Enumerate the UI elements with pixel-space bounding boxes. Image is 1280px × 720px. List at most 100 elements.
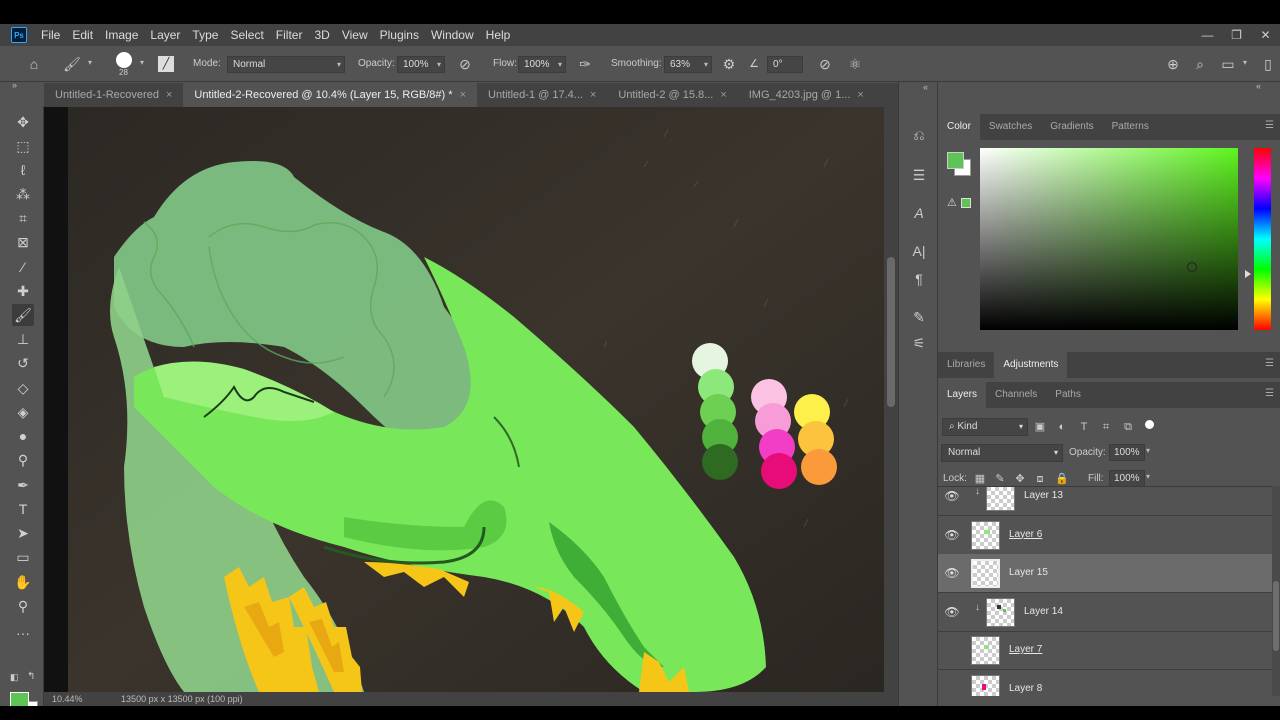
menu-file[interactable]: File (35, 28, 66, 42)
layer-thumbnail[interactable] (971, 559, 1000, 588)
pressure-size-icon[interactable]: ⊘ (815, 54, 835, 74)
pressure-opacity-icon[interactable]: ⊘ (455, 54, 475, 74)
flow-field[interactable]: 100% ▾ (518, 56, 566, 73)
gamut-warning-icon[interactable]: ⚠ (947, 196, 957, 209)
angle-field[interactable]: 0° (767, 56, 803, 73)
eyedropper-tool-icon[interactable]: ⁄ (12, 256, 34, 278)
visibility-toggle[interactable] (944, 643, 960, 657)
layer-name[interactable]: Layer 6 (1009, 529, 1042, 540)
layer-thumbnail[interactable] (971, 636, 1000, 665)
collapse-panels-icon[interactable]: « (923, 82, 928, 92)
eye-icon[interactable]: 👁 (944, 566, 960, 580)
search-icon[interactable]: ⌕ (1190, 54, 1210, 74)
document-tab[interactable]: IMG_4203.jpg @ 1... × (738, 83, 875, 107)
chevron-down-icon[interactable]: ▾ (1243, 58, 1247, 67)
tab-adjustments[interactable]: Adjustments (994, 352, 1068, 378)
close-button[interactable]: ✕ (1251, 24, 1280, 46)
blend-mode-select[interactable]: Normal ▾ (941, 444, 1063, 462)
foreground-color-chip[interactable] (947, 152, 964, 169)
brush-settings-icon[interactable]: ╱ (158, 56, 174, 72)
pixel-filter-icon[interactable]: ▣ (1032, 419, 1048, 435)
layers-scrollbar[interactable] (1272, 486, 1280, 696)
pen-tool-icon[interactable]: ✒ (12, 474, 34, 496)
tab-channels[interactable]: Channels (986, 382, 1046, 408)
eraser-tool-icon[interactable]: ◇ (12, 377, 34, 399)
crop-tool-icon[interactable]: ⌗ (12, 207, 34, 229)
zoom-tool-icon[interactable]: ⚲ (12, 595, 34, 617)
brush-tool-preset-icon[interactable]: 🖌 (62, 54, 82, 74)
brush-preview-icon[interactable] (116, 52, 132, 68)
layer-thumbnail[interactable] (986, 487, 1015, 511)
properties-icon[interactable]: ☰ (908, 164, 930, 186)
type-tool-icon[interactable]: T (12, 498, 34, 520)
more-tools-icon[interactable]: ··· (12, 622, 34, 644)
tab-libraries[interactable]: Libraries (938, 352, 994, 378)
swap-colors-icon[interactable]: ↰ (27, 671, 35, 682)
lock-artboard-icon[interactable]: ⧈ (1033, 472, 1047, 486)
menu-image[interactable]: Image (99, 28, 144, 42)
history-icon[interactable]: ⎌ (908, 124, 930, 146)
tab-color[interactable]: Color (938, 114, 980, 140)
move-tool-icon[interactable]: ✥ (12, 111, 34, 133)
panel-menu-icon[interactable]: ☰ (1265, 120, 1274, 131)
lock-all-icon[interactable]: 🔒 (1055, 472, 1069, 486)
character-icon[interactable]: A| (908, 240, 930, 262)
menu-filter[interactable]: Filter (270, 28, 309, 42)
menu-view[interactable]: View (336, 28, 374, 42)
layer-opacity-field[interactable]: 100% (1109, 444, 1145, 461)
gear-icon[interactable]: ⚙ (719, 54, 739, 74)
layer-filter-kind[interactable]: ⌕ Kind ▾ (942, 418, 1028, 436)
layer-thumbnail[interactable] (971, 674, 1000, 696)
home-icon[interactable]: ⌂ (24, 54, 44, 74)
mode-select[interactable]: Normal ▾ (227, 56, 345, 73)
expand-toolbar-icon[interactable]: » (12, 80, 17, 90)
eye-icon[interactable]: 👁 (944, 489, 960, 503)
foreground-color-swatch[interactable] (10, 692, 29, 706)
layer-row[interactable]: Layer 8 (938, 670, 1272, 696)
scrollbar-thumb[interactable] (887, 257, 895, 407)
panel-menu-icon[interactable]: ☰ (1265, 388, 1274, 399)
visibility-toggle[interactable] (944, 682, 960, 696)
history-brush-tool-icon[interactable]: ↺ (12, 352, 34, 374)
chevron-down-icon[interactable]: ▾ (1146, 472, 1150, 481)
menu-select[interactable]: Select (224, 28, 269, 42)
brush-tool-icon[interactable]: 🖌 (12, 304, 34, 326)
document-tab[interactable]: Untitled-1-Recovered × (44, 83, 183, 107)
glyphs-icon[interactable]: A (908, 202, 930, 224)
menu-layer[interactable]: Layer (144, 28, 186, 42)
healing-brush-tool-icon[interactable]: ✚ (12, 280, 34, 302)
panel-menu-icon[interactable]: ☰ (1265, 358, 1274, 369)
eye-icon[interactable]: 👁 (944, 605, 960, 619)
layer-name[interactable]: Layer 15 (1009, 567, 1048, 578)
tab-layers[interactable]: Layers (938, 382, 987, 408)
smart-object-filter-icon[interactable]: ⧉ (1120, 419, 1136, 435)
tab-swatches[interactable]: Swatches (980, 114, 1041, 140)
close-icon[interactable]: × (720, 89, 726, 101)
layer-row[interactable]: 👁 ↓ Layer 13 (938, 487, 1272, 516)
lasso-tool-icon[interactable]: ℓ (12, 159, 34, 181)
workspace-icon[interactable]: ▭ (1218, 54, 1238, 74)
layer-thumbnail[interactable] (971, 520, 1000, 550)
color-picker-field[interactable] (980, 148, 1238, 330)
zoom-level[interactable]: 10.44% (52, 694, 83, 704)
frame-tool-icon[interactable]: ⊠ (12, 231, 34, 253)
layer-name[interactable]: Layer 14 (1024, 606, 1063, 617)
airbrush-icon[interactable]: ✑ (575, 54, 595, 74)
document-tab[interactable]: Untitled-1 @ 17.4... × (477, 83, 607, 107)
share-icon[interactable]: ⊕ (1163, 54, 1183, 74)
adjustment-filter-icon[interactable]: ◐ (1054, 419, 1070, 435)
hue-slider-handle[interactable] (1245, 270, 1251, 278)
chevron-down-icon[interactable]: ▾ (140, 58, 144, 67)
document-canvas[interactable] (44, 107, 884, 692)
brush-settings-panel-icon[interactable]: ✎ (908, 306, 930, 328)
hand-tool-icon[interactable]: ✋ (12, 571, 34, 593)
adjustments-sliders-icon[interactable]: ⚟ (908, 332, 930, 354)
layer-name[interactable]: Layer 7 (1009, 644, 1042, 655)
layer-row[interactable]: 👁 Layer 6 (938, 516, 1272, 555)
symmetry-icon[interactable]: ⚛ (845, 54, 865, 74)
menu-edit[interactable]: Edit (66, 28, 99, 42)
blur-tool-icon[interactable]: ● (12, 425, 34, 447)
close-icon[interactable]: × (460, 89, 466, 101)
gamut-warning-swatch[interactable] (961, 198, 971, 208)
color-picker-cursor[interactable] (1187, 262, 1197, 272)
